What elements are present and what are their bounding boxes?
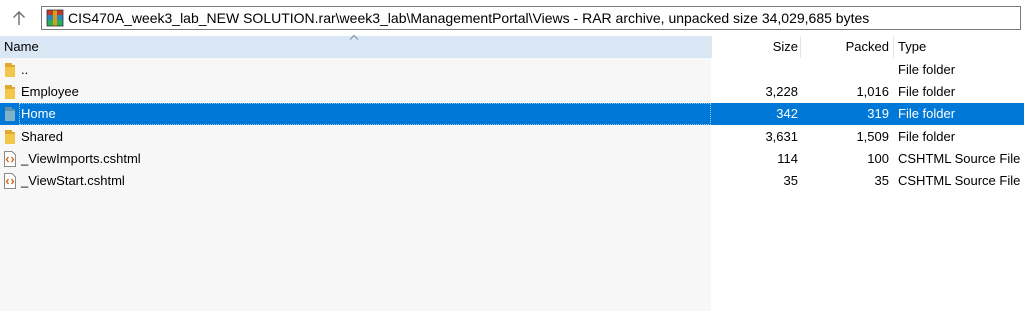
sort-ascending-icon [349,34,359,40]
list-item-name: Shared [21,129,63,144]
list-item-type: File folder [898,84,956,99]
up-arrow-icon [13,11,25,25]
column-header-type[interactable]: Type [898,36,926,58]
winrar-window: CIS470A_week3_lab_NEW SOLUTION.rar\week3… [0,0,1024,311]
list-item-size: 342 [776,106,798,121]
list-item-packed: 1,509 [856,129,889,144]
winrar-archive-icon [46,9,64,27]
folder-icon [5,130,15,144]
list-item-packed: 1,016 [856,84,889,99]
list-item-name: .. [21,62,29,77]
cshtml-file-icon [4,151,16,167]
list-item-size: 3,228 [765,84,798,99]
column-header-name[interactable]: Name [0,34,711,58]
list-item-type: File folder [898,106,956,121]
list-item-home[interactable]: Home 342 319 File folder [0,103,1024,125]
list-item-name: _ViewImports.cshtml [21,151,141,166]
list-item-name: Home [21,106,56,121]
list-item-viewstart[interactable]: _ViewStart.cshtml 35 35 CSHTML Source Fi… [0,170,1024,192]
list-item-packed: 100 [867,151,889,166]
column-header-size[interactable]: Size [711,36,798,58]
list-item-shared[interactable]: Shared 3,631 1,509 File folder [0,126,1024,148]
focus-outline [19,103,711,125]
column-divider[interactable] [893,36,894,58]
column-header-row: Name Size Packed Type [0,34,1024,58]
column-header-packed[interactable]: Packed [800,36,889,58]
up-button[interactable] [5,5,33,31]
list-item-type: File folder [898,129,956,144]
list-item-size: 114 [777,151,798,166]
list-item-type: CSHTML Source File [898,173,1021,188]
list-item-name: _ViewStart.cshtml [21,173,125,188]
list-item-employee[interactable]: Employee 3,228 1,016 File folder [0,81,1024,103]
folder-icon [5,85,15,99]
column-header-name-label: Name [4,39,39,54]
file-list[interactable]: Name Size Packed Type .. File folder Emp… [0,34,1024,311]
folder-icon [5,63,15,77]
list-item-viewimports[interactable]: _ViewImports.cshtml 114 100 CSHTML Sourc… [0,148,1024,170]
list-item-parent[interactable]: .. File folder [0,59,1024,81]
address-bar[interactable]: CIS470A_week3_lab_NEW SOLUTION.rar\week3… [41,6,1021,30]
list-item-name: Employee [21,84,79,99]
list-item-size: 35 [783,173,798,188]
address-row: CIS470A_week3_lab_NEW SOLUTION.rar\week3… [0,0,1024,36]
list-item-type: File folder [898,62,956,77]
list-item-type: CSHTML Source File [898,151,1021,166]
list-item-packed: 35 [874,173,889,188]
cshtml-file-icon [4,173,16,189]
list-item-packed: 319 [867,106,889,121]
address-path: CIS470A_week3_lab_NEW SOLUTION.rar\week3… [68,10,870,26]
list-item-size: 3,631 [765,129,798,144]
folder-icon [5,107,15,121]
